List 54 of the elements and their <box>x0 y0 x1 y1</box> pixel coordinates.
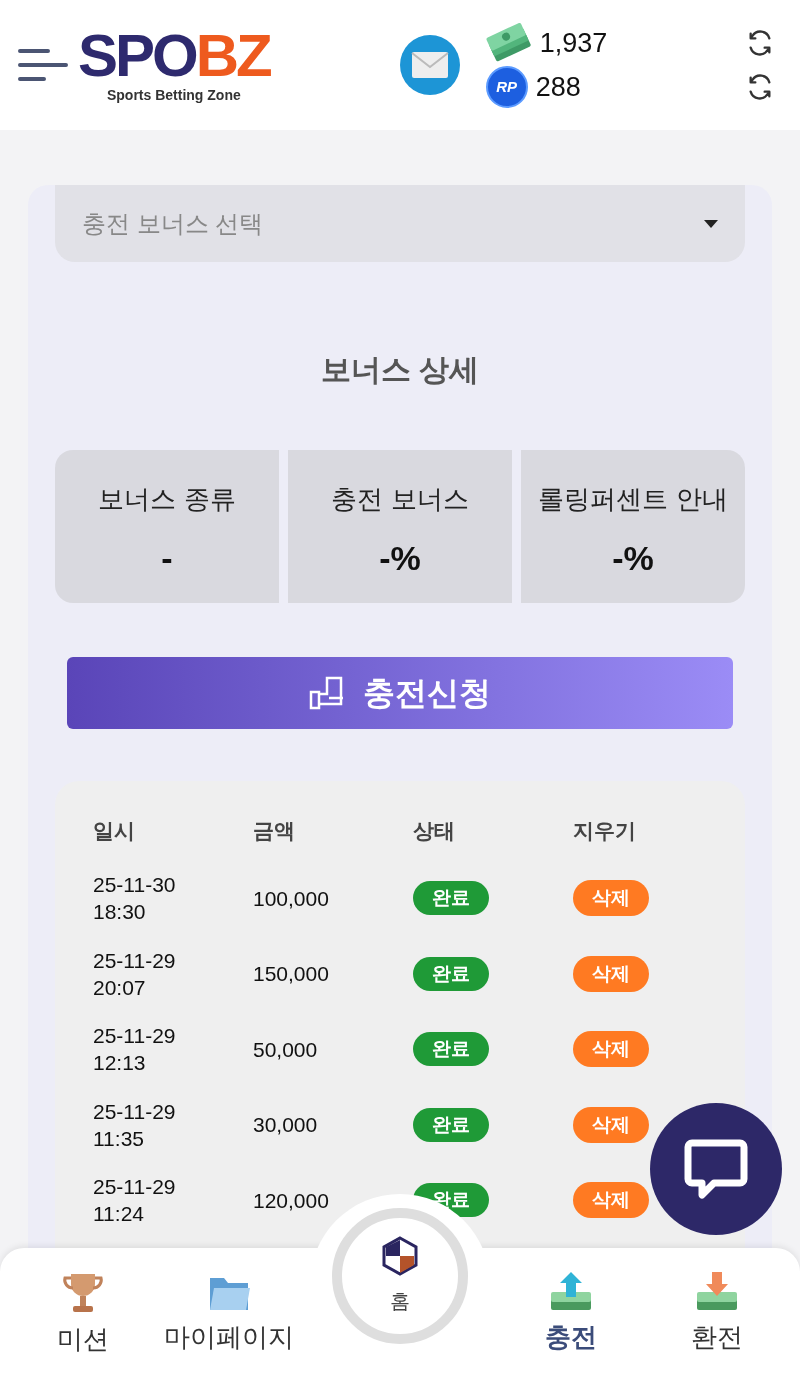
balance-amount: 1,937 <box>539 26 608 60</box>
chat-bubble-icon <box>684 1139 748 1199</box>
row-time: 11:35 <box>93 1125 145 1152</box>
column-header: 금액 <box>253 818 296 844</box>
deposit-request-button[interactable]: 충전신청 <box>67 657 733 729</box>
row-date: 25-11-30 <box>93 872 177 899</box>
logo[interactable]: SPOBZ Sports Betting Zone <box>78 26 270 104</box>
bonus-label: 롤링퍼센트 안내 <box>538 483 728 516</box>
status-pill: 완료 <box>413 1032 489 1067</box>
bonus-select[interactable]: 충전 보너스 선택 <box>55 185 745 262</box>
delete-button[interactable]: 삭제 <box>573 1031 649 1068</box>
row-date: 25-11-29 <box>93 947 177 974</box>
status-pill: 완료 <box>413 1107 489 1142</box>
balance-amount: 288 <box>535 70 581 104</box>
refresh-icon[interactable] <box>746 29 774 57</box>
home-tab[interactable]: 홈 <box>332 1208 468 1344</box>
section-title: 보너스 상세 <box>319 352 481 388</box>
bonus-label: 보너스 종류 <box>98 483 236 516</box>
bonus-value: -% <box>379 538 421 579</box>
row-time: 11:24 <box>93 1201 145 1228</box>
bonus-value: - <box>161 538 173 579</box>
row-time: 12:13 <box>93 1050 147 1077</box>
nav-tab[interactable]: 충전 <box>506 1248 636 1357</box>
cash-stack-icon <box>485 23 532 63</box>
row-amount: 100,000 <box>253 885 330 912</box>
nav-tab[interactable]: 환전 <box>652 1248 782 1357</box>
delete-button[interactable]: 삭제 <box>573 1106 649 1143</box>
row-time: 18:30 <box>93 899 147 926</box>
delete-button[interactable]: 삭제 <box>573 880 649 917</box>
nav-tab[interactable]: 마이페이지 <box>164 1248 294 1357</box>
envelope-icon <box>410 51 449 79</box>
hand-document-icon <box>309 676 345 710</box>
row-date: 25-11-29 <box>93 1023 177 1050</box>
column-header: 상태 <box>413 818 456 844</box>
nav-tab[interactable]: 미션 <box>18 1248 148 1359</box>
bonus-label: 충전 보너스 <box>331 483 469 516</box>
delete-button[interactable]: 삭제 <box>573 955 649 992</box>
status-pill: 완료 <box>413 881 489 916</box>
refresh-icon[interactable] <box>746 73 774 101</box>
points-coin: RP <box>485 66 528 108</box>
row-amount: 30,000 <box>253 1112 319 1138</box>
home-badge-icon <box>380 1236 420 1276</box>
delete-button[interactable]: 삭제 <box>573 1182 649 1219</box>
bonus-value: -% <box>612 538 654 579</box>
row-amount: 50,000 <box>253 1036 319 1063</box>
row-time: 20:07 <box>93 974 147 1001</box>
column-header: 일시 <box>93 818 136 844</box>
row-date: 25-11-29 <box>93 1174 177 1201</box>
row-date: 25-11-29 <box>93 1098 177 1125</box>
row-amount: 150,000 <box>253 961 330 987</box>
column-header: 지우기 <box>573 818 637 844</box>
status-pill: 완료 <box>413 956 489 991</box>
row-amount: 120,000 <box>253 1187 330 1214</box>
caret-icon <box>704 219 718 228</box>
